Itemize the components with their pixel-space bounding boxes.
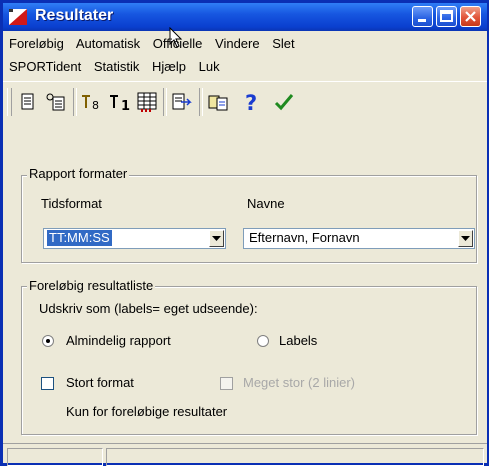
menu-automatisk[interactable]: Automatisk <box>76 36 140 51</box>
labels-radio-label[interactable]: Labels <box>279 333 317 349</box>
print-setup-icon <box>46 93 65 111</box>
export-button[interactable] <box>169 89 195 115</box>
svg-text:?: ? <box>245 91 257 113</box>
status-bar <box>3 443 487 467</box>
maximize-button[interactable] <box>436 6 457 27</box>
rapport-formater-group <box>21 175 477 263</box>
close-icon <box>465 11 476 22</box>
svg-text:1: 1 <box>121 99 130 112</box>
status-panel-2 <box>106 448 484 466</box>
help-icon: ? <box>245 91 257 113</box>
toolbar-separator <box>73 88 77 116</box>
tidsformat-select[interactable]: TT:MM:SS <box>43 228 226 249</box>
resultater-window: Resultater Foreløbig Automatisk Officiel… <box>0 0 489 466</box>
close-button[interactable] <box>460 6 481 27</box>
sort-button[interactable]: 8 <box>79 89 105 115</box>
help-button[interactable]: ? <box>239 89 265 115</box>
navne-select[interactable]: Efternavn, Fornavn <box>243 228 475 249</box>
table-icon <box>137 92 157 112</box>
almindelig-radio[interactable] <box>42 335 54 347</box>
menu-sportident[interactable]: SPORTident <box>9 59 81 74</box>
compare-icon <box>208 95 228 111</box>
compare-button[interactable] <box>206 89 232 115</box>
foreloebig-legend: Foreløbig resultatliste <box>27 278 156 294</box>
udskriv-label: Udskriv som (labels= eget udseende): <box>39 301 258 316</box>
toolbar: 8 1 ? <box>3 81 487 122</box>
menu-row-2: SPORTident Statistik Hjælp Luk <box>9 56 229 78</box>
labels-radio[interactable] <box>257 335 269 347</box>
sort-icon: 8 <box>82 95 99 112</box>
maximize-icon <box>440 10 453 22</box>
app-flag-icon <box>9 9 27 25</box>
ok-icon <box>274 94 294 111</box>
toolbar-separator <box>163 88 167 116</box>
menu-row-1: Foreløbig Automatisk Officielle Vindere … <box>9 33 304 55</box>
table-button[interactable] <box>134 89 160 115</box>
foreloebig-note: Kun for foreløbige resultater <box>66 404 228 419</box>
tidsformat-value: TT:MM:SS <box>46 229 113 247</box>
menu-hjaelp[interactable]: Hjælp <box>152 59 186 74</box>
rapport-formater-legend: Rapport formater <box>27 166 130 182</box>
menu-bar: Foreløbig Automatisk Officielle Vindere … <box>3 31 487 79</box>
menu-slet[interactable]: Slet <box>272 36 294 51</box>
chevron-down-icon <box>212 235 221 241</box>
tidsformat-label: Tidsformat <box>41 196 102 211</box>
tidsformat-dropdown-button[interactable] <box>209 230 224 247</box>
print-preview-button[interactable] <box>15 89 41 115</box>
almindelig-radio-label[interactable]: Almindelig rapport <box>66 333 171 349</box>
minimize-icon <box>418 19 426 22</box>
navne-value: Efternavn, Fornavn <box>249 230 360 245</box>
rank-first-icon: 1 <box>110 95 130 112</box>
minimize-button[interactable] <box>412 6 433 27</box>
print-setup-button[interactable] <box>43 89 69 115</box>
navne-label: Navne <box>247 196 285 211</box>
window-title: Resultater <box>35 7 114 24</box>
stort-format-label[interactable]: Stort format <box>66 375 134 391</box>
navne-dropdown-button[interactable] <box>458 230 473 247</box>
menu-statistik[interactable]: Statistik <box>94 59 140 74</box>
title-bar[interactable]: Resultater <box>3 3 487 31</box>
menu-luk[interactable]: Luk <box>199 59 220 74</box>
status-panel-1 <box>7 448 103 466</box>
print-preview-icon <box>21 93 34 110</box>
ok-button[interactable] <box>271 89 297 115</box>
toolbar-grip[interactable] <box>7 88 12 116</box>
chevron-down-icon <box>461 235 470 241</box>
export-icon <box>172 93 192 110</box>
rank-first-button[interactable]: 1 <box>107 89 133 115</box>
meget-stor-checkbox[interactable] <box>220 377 233 390</box>
toolbar-separator <box>199 88 203 116</box>
menu-foreloebig[interactable]: Foreløbig <box>9 36 64 51</box>
svg-text:8: 8 <box>92 99 99 112</box>
stort-format-checkbox[interactable] <box>41 377 54 390</box>
menu-vindere[interactable]: Vindere <box>215 36 260 51</box>
meget-stor-label: Meget stor (2 linier) <box>243 375 355 390</box>
menu-officielle[interactable]: Officielle <box>153 36 203 51</box>
